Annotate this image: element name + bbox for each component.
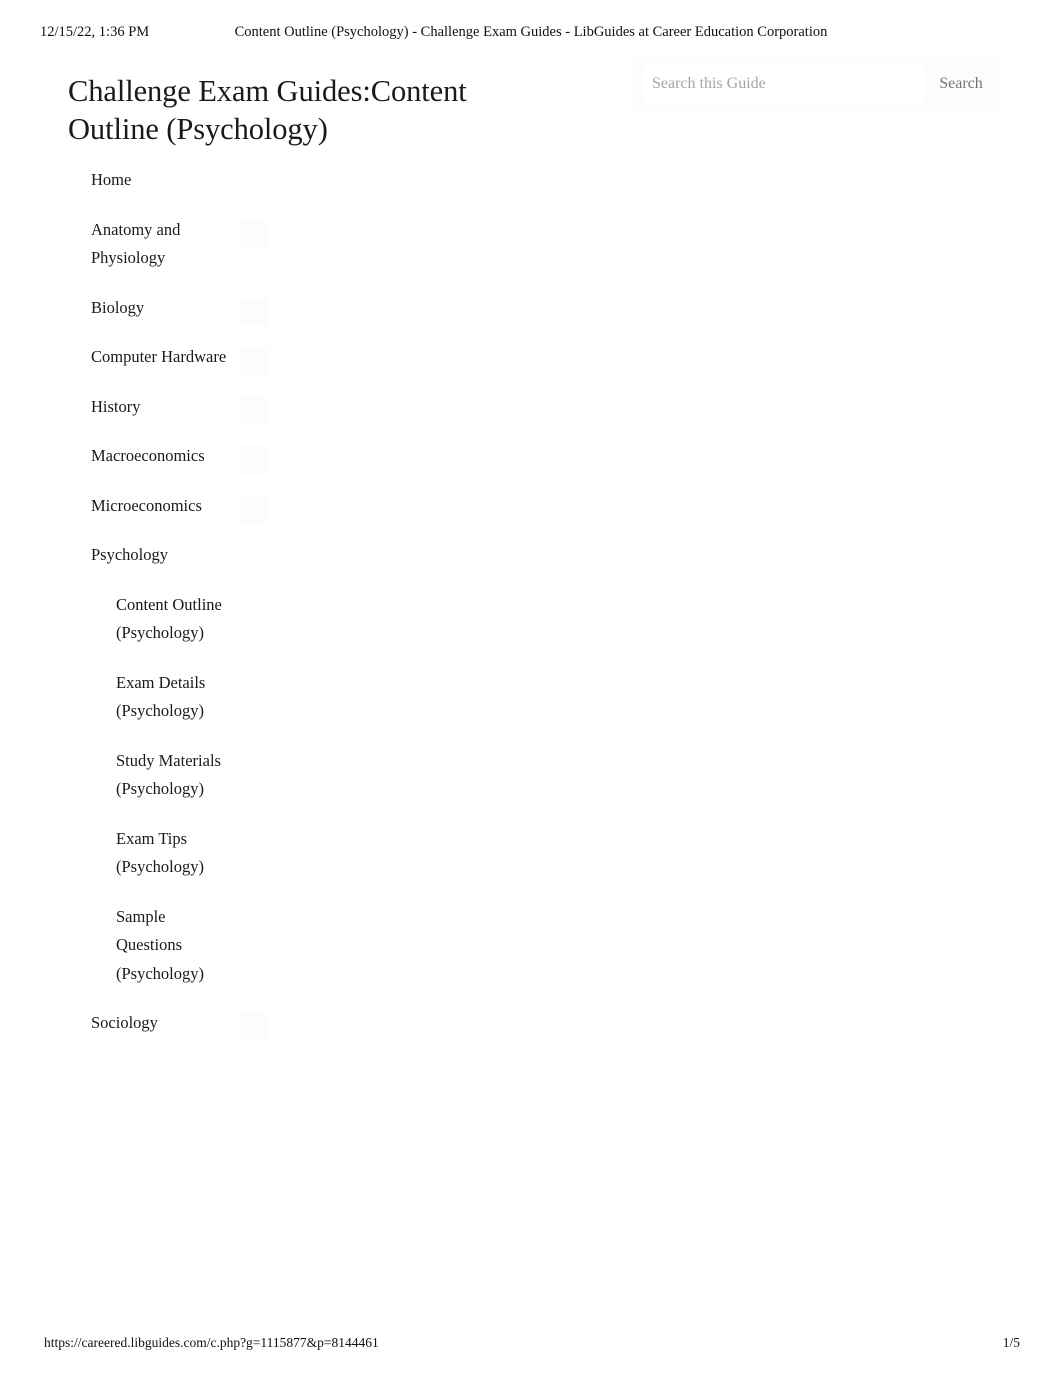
page-title: Challenge Exam Guides:Content Outline (P… bbox=[68, 74, 467, 147]
chevron-toggle-icon[interactable] bbox=[240, 396, 268, 425]
nav-item-history[interactable]: History bbox=[0, 393, 290, 425]
nav-item-macroeconomics[interactable]: Macroeconomics bbox=[0, 442, 290, 474]
nav-item-psychology[interactable]: Psychology Content Outline (Psychology) … bbox=[0, 541, 290, 988]
main-content-area bbox=[340, 166, 1000, 966]
nav-link-computer-hardware[interactable]: Computer Hardware bbox=[91, 343, 226, 372]
nav-item-home[interactable]: Home bbox=[0, 166, 290, 195]
print-source-url: https://careered.libguides.com/c.php?g=1… bbox=[44, 1335, 379, 1350]
nav-item-computer-hardware[interactable]: Computer Hardware bbox=[0, 343, 290, 375]
nav-sublink-sample-questions[interactable]: Sample Questions (Psychology) bbox=[116, 903, 226, 989]
nav-sublink-study-materials[interactable]: Study Materials (Psychology) bbox=[116, 747, 226, 804]
nav-subitem-sample-questions[interactable]: Sample Questions (Psychology) bbox=[91, 903, 290, 989]
chevron-toggle-icon[interactable] bbox=[240, 446, 268, 474]
nav-item-sociology[interactable]: Sociology bbox=[0, 1009, 290, 1041]
chevron-toggle-icon[interactable] bbox=[240, 1013, 268, 1041]
nav-sublist-psychology: Content Outline (Psychology) Exam Detail… bbox=[91, 591, 290, 989]
guide-navigation: Home Anatomy and Physiology Biology Comp… bbox=[0, 166, 290, 1041]
nav-link-home[interactable]: Home bbox=[91, 166, 131, 195]
chevron-toggle-icon[interactable] bbox=[240, 347, 268, 375]
nav-link-microeconomics[interactable]: Microeconomics bbox=[91, 492, 202, 521]
nav-link-macroeconomics[interactable]: Macroeconomics bbox=[91, 442, 205, 471]
chevron-toggle-icon[interactable] bbox=[240, 297, 268, 326]
nav-sublink-exam-details[interactable]: Exam Details (Psychology) bbox=[116, 669, 226, 726]
nav-link-anatomy-and-physiology[interactable]: Anatomy and Physiology bbox=[91, 216, 241, 273]
print-footer: https://careered.libguides.com/c.php?g=1… bbox=[0, 1333, 1062, 1353]
nav-link-psychology[interactable]: Psychology bbox=[91, 541, 168, 570]
nav-subitem-study-materials[interactable]: Study Materials (Psychology) bbox=[91, 747, 290, 804]
search-button[interactable]: Search bbox=[926, 65, 996, 103]
chevron-toggle-icon[interactable] bbox=[240, 219, 268, 248]
print-document-title: Content Outline (Psychology) - Challenge… bbox=[234, 24, 828, 40]
guide-search-widget: Search bbox=[631, 56, 1001, 112]
print-header: 12/15/22, 1:36 PM Content Outline (Psych… bbox=[0, 22, 1062, 42]
nav-link-sociology[interactable]: Sociology bbox=[91, 1009, 158, 1038]
nav-subitem-content-outline[interactable]: Content Outline (Psychology) bbox=[91, 591, 290, 648]
nav-sublink-exam-tips[interactable]: Exam Tips (Psychology) bbox=[116, 825, 226, 882]
nav-link-biology[interactable]: Biology bbox=[91, 294, 144, 323]
nav-item-biology[interactable]: Biology bbox=[0, 294, 290, 326]
chevron-toggle-icon[interactable] bbox=[240, 495, 268, 524]
print-page-number: 1/5 bbox=[1002, 1335, 1020, 1350]
nav-subitem-exam-tips[interactable]: Exam Tips (Psychology) bbox=[91, 825, 290, 882]
nav-item-microeconomics[interactable]: Microeconomics bbox=[0, 492, 290, 524]
nav-sublink-content-outline[interactable]: Content Outline (Psychology) bbox=[116, 591, 226, 648]
nav-item-anatomy-and-physiology[interactable]: Anatomy and Physiology bbox=[0, 216, 290, 273]
nav-subitem-exam-details[interactable]: Exam Details (Psychology) bbox=[91, 669, 290, 726]
search-input[interactable] bbox=[642, 65, 926, 103]
print-page: 12/15/22, 1:36 PM Content Outline (Psych… bbox=[0, 0, 1062, 1377]
nav-link-history[interactable]: History bbox=[91, 393, 141, 422]
